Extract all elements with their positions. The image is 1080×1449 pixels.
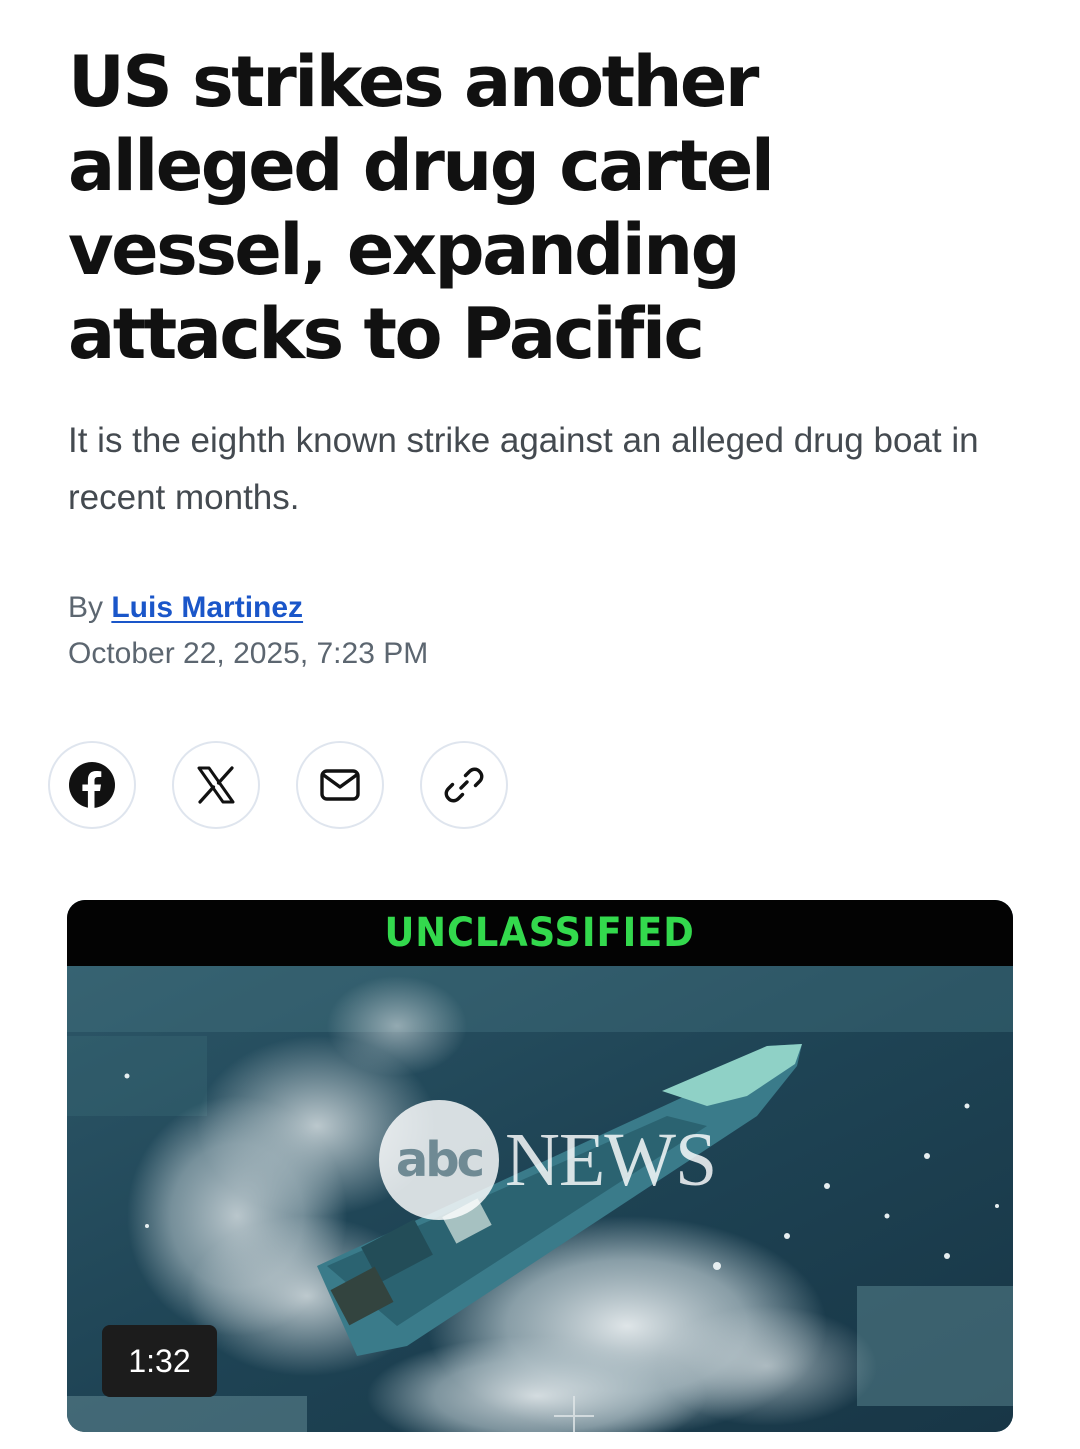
share-facebook-button[interactable] — [48, 741, 136, 829]
link-icon — [444, 767, 484, 803]
video-duration-badge: 1:32 — [102, 1325, 217, 1397]
byline-prefix: By — [68, 591, 104, 624]
abc-news-watermark: abc NEWS — [379, 1100, 717, 1220]
share-copy-link-button[interactable] — [420, 741, 508, 829]
video-duration: 1:32 — [128, 1342, 191, 1379]
article-subheadline: It is the eighth known strike against an… — [68, 421, 979, 517]
share-email-button[interactable] — [296, 741, 384, 829]
classification-label: UNCLASSIFIED — [384, 910, 696, 956]
facebook-icon — [69, 762, 115, 809]
news-logo-text: NEWS — [505, 1117, 717, 1202]
mail-icon — [320, 769, 360, 801]
publish-date: October 22, 2025, 7:23 PM — [68, 637, 429, 670]
share-bar — [48, 741, 508, 829]
video-player[interactable]: UNCLASSIFIED abc NEWS 1:32 — [67, 900, 1013, 1432]
author-link[interactable]: Luis Martinez — [111, 591, 303, 624]
abc-logo: abc — [379, 1100, 499, 1220]
article-headline: US strikes another alleged drug cartel v… — [68, 41, 775, 375]
x-icon — [197, 766, 235, 804]
share-x-button[interactable] — [172, 741, 260, 829]
video-banner: UNCLASSIFIED — [67, 900, 1013, 966]
byline: By Luis Martinez — [68, 586, 303, 630]
